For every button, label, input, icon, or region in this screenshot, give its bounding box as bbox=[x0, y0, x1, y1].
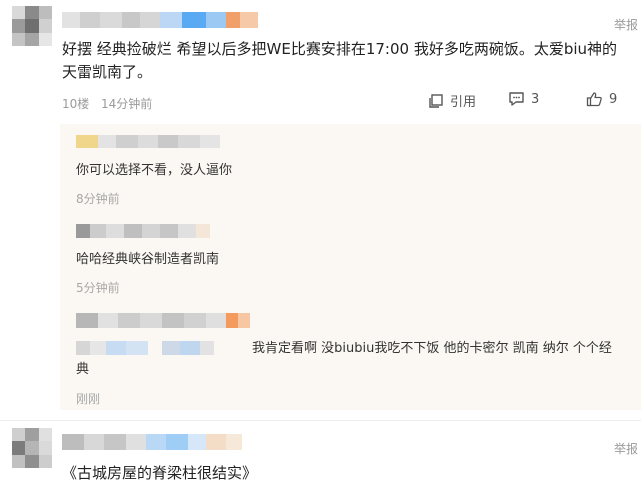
username[interactable] bbox=[62, 434, 242, 450]
comment-text: 《古城房屋的脊梁柱很结实》 bbox=[62, 464, 258, 482]
reply-time: 8分钟前 bbox=[76, 192, 120, 206]
quote-icon bbox=[429, 93, 443, 108]
like-count: 9 bbox=[609, 91, 618, 107]
reply-count-button[interactable]: 3 bbox=[508, 91, 539, 107]
avatar[interactable] bbox=[12, 6, 52, 46]
report-link[interactable]: 举报 bbox=[614, 16, 638, 33]
reply-count: 3 bbox=[531, 91, 540, 107]
comment-time: 14分钟前 bbox=[101, 97, 153, 111]
reply-username[interactable] bbox=[76, 135, 220, 148]
thumbs-up-icon bbox=[586, 92, 602, 107]
reply-time: 刚刚 bbox=[76, 392, 101, 406]
avatar[interactable] bbox=[12, 428, 52, 468]
like-button[interactable]: 9 bbox=[586, 91, 617, 107]
report-link[interactable]: 举报 bbox=[614, 440, 638, 457]
floor-number: 10楼 bbox=[62, 97, 90, 111]
comment-bubble-icon bbox=[509, 92, 524, 106]
reply-username[interactable] bbox=[76, 224, 210, 238]
reply-time: 5分钟前 bbox=[76, 281, 120, 295]
divider bbox=[0, 420, 641, 421]
comment-text: 好摆 经典捡破烂 希望以后多把WE比赛安排在17:00 我好多吃两碗饭。太爱bi… bbox=[62, 40, 618, 81]
reply-text: 哈哈经典峡谷制造者凯南 bbox=[76, 252, 220, 267]
reply-username[interactable] bbox=[76, 313, 250, 328]
username[interactable] bbox=[62, 12, 258, 28]
quote-button[interactable]: 引用 bbox=[428, 91, 476, 110]
reply-text: 你可以选择不看，没人逼你 bbox=[76, 163, 233, 178]
quote-label: 引用 bbox=[450, 95, 477, 110]
reply-text: 我肯定看啊 没biubiu我吃不下饭 他的卡密尔 凯南 纳尔 个个经典 bbox=[76, 341, 612, 377]
